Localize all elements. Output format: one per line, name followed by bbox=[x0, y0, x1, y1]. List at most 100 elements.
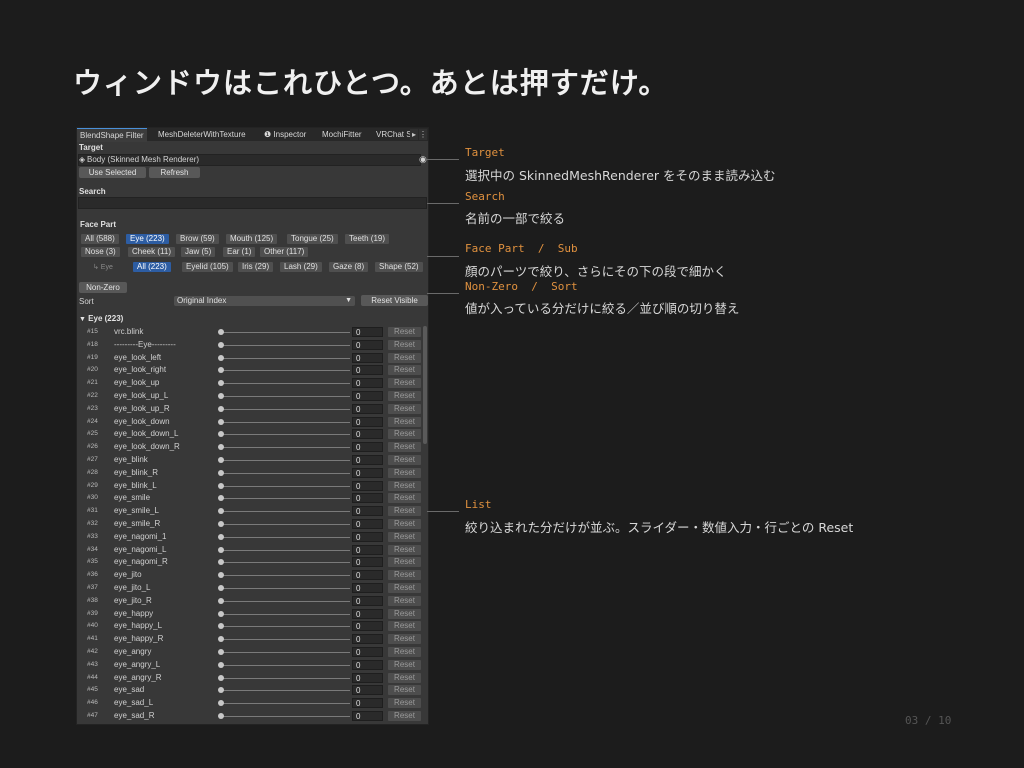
weight-slider-handle[interactable] bbox=[218, 469, 224, 476]
weight-slider-handle[interactable] bbox=[218, 508, 224, 515]
weight-slider-handle[interactable] bbox=[218, 648, 224, 655]
weight-input[interactable]: 0 bbox=[352, 659, 383, 670]
weight-slider-track[interactable] bbox=[220, 395, 350, 397]
weight-input[interactable]: 0 bbox=[352, 403, 383, 414]
weight-input[interactable]: 0 bbox=[352, 557, 383, 568]
weight-slider-track[interactable] bbox=[220, 575, 350, 577]
refresh-button[interactable]: Refresh bbox=[149, 167, 200, 178]
weight-slider-track[interactable] bbox=[220, 408, 350, 410]
face-part-teeth[interactable]: Teeth (19) bbox=[345, 234, 390, 244]
weight-slider-handle[interactable] bbox=[218, 354, 224, 361]
weight-slider-track[interactable] bbox=[220, 498, 350, 500]
group-header[interactable]: ▼ Eye (223) bbox=[79, 314, 123, 323]
row-reset-button[interactable]: Reset bbox=[388, 518, 421, 529]
row-reset-button[interactable]: Reset bbox=[388, 634, 421, 645]
row-reset-button[interactable]: Reset bbox=[388, 582, 421, 593]
weight-slider-track[interactable] bbox=[220, 715, 350, 717]
face-part-eye[interactable]: Eye (223) bbox=[126, 234, 169, 244]
row-reset-button[interactable]: Reset bbox=[388, 710, 421, 721]
row-reset-button[interactable]: Reset bbox=[388, 659, 421, 670]
weight-slider-track[interactable] bbox=[220, 613, 350, 615]
weight-input[interactable]: 0 bbox=[352, 634, 383, 645]
row-reset-button[interactable]: Reset bbox=[388, 365, 421, 376]
weight-input[interactable]: 0 bbox=[352, 339, 383, 350]
weight-input[interactable]: 0 bbox=[352, 506, 383, 517]
search-input[interactable] bbox=[78, 197, 427, 209]
weight-slider-track[interactable] bbox=[220, 703, 350, 705]
weight-slider-handle[interactable] bbox=[218, 444, 224, 451]
weight-slider-track[interactable] bbox=[220, 332, 350, 333]
tab-vrchat[interactable]: VRChat S bbox=[373, 128, 415, 141]
row-reset-button[interactable]: Reset bbox=[388, 570, 421, 581]
weight-input[interactable]: 0 bbox=[352, 621, 383, 632]
face-part-ear[interactable]: Ear (1) bbox=[223, 247, 256, 257]
weight-slider-handle[interactable] bbox=[218, 610, 224, 617]
weight-slider-handle[interactable] bbox=[218, 687, 224, 694]
weight-slider-track[interactable] bbox=[220, 485, 350, 487]
weight-slider-handle[interactable] bbox=[218, 584, 224, 591]
weight-slider-track[interactable] bbox=[220, 447, 350, 449]
row-reset-button[interactable]: Reset bbox=[388, 390, 421, 401]
list-scrollbar[interactable] bbox=[423, 326, 427, 444]
weight-slider-handle[interactable] bbox=[218, 636, 224, 643]
weight-slider-track[interactable] bbox=[220, 357, 350, 359]
weight-input[interactable]: 0 bbox=[352, 327, 383, 337]
sub-part-shape[interactable]: Shape (52) bbox=[375, 262, 423, 272]
face-part-all[interactable]: All (588) bbox=[81, 234, 119, 244]
weight-input[interactable]: 0 bbox=[352, 672, 383, 683]
weight-slider-track[interactable] bbox=[220, 459, 350, 461]
weight-slider-handle[interactable] bbox=[218, 367, 224, 374]
weight-input[interactable]: 0 bbox=[352, 698, 383, 709]
sub-part-all[interactable]: All (223) bbox=[133, 262, 171, 272]
weight-slider-handle[interactable] bbox=[218, 329, 224, 335]
reset-visible-button[interactable]: Reset Visible bbox=[361, 295, 428, 306]
weight-slider-track[interactable] bbox=[220, 639, 350, 641]
weight-slider-track[interactable] bbox=[220, 344, 350, 346]
weight-slider-handle[interactable] bbox=[218, 341, 224, 348]
tab-mochifitter[interactable]: MochiFitter bbox=[319, 128, 365, 141]
weight-input[interactable]: 0 bbox=[352, 378, 383, 389]
tab-inspector[interactable]: ❶ Inspector bbox=[261, 128, 309, 141]
tab-scroll-arrow-icon[interactable]: ▸ bbox=[410, 129, 418, 140]
face-part-other[interactable]: Other (117) bbox=[260, 247, 309, 257]
face-part-jaw[interactable]: Jaw (5) bbox=[181, 247, 216, 257]
face-part-cheek[interactable]: Cheek (11) bbox=[128, 247, 175, 257]
face-part-mouth[interactable]: Mouth (125) bbox=[226, 234, 278, 244]
sub-part-eyelid[interactable]: Eyelid (105) bbox=[182, 262, 233, 272]
sub-part-gaze[interactable]: Gaze (8) bbox=[329, 262, 369, 272]
row-reset-button[interactable]: Reset bbox=[388, 403, 421, 414]
row-reset-button[interactable]: Reset bbox=[388, 467, 421, 478]
row-reset-button[interactable]: Reset bbox=[388, 672, 421, 683]
weight-slider-handle[interactable] bbox=[218, 495, 224, 502]
weight-input[interactable]: 0 bbox=[352, 467, 383, 478]
face-part-brow[interactable]: Brow (59) bbox=[176, 234, 219, 244]
weight-input[interactable]: 0 bbox=[352, 531, 383, 542]
row-reset-button[interactable]: Reset bbox=[388, 698, 421, 709]
more-menu-icon[interactable]: ⋮ bbox=[419, 129, 427, 140]
face-part-nose[interactable]: Nose (3) bbox=[81, 247, 120, 257]
weight-slider-track[interactable] bbox=[220, 536, 350, 538]
use-selected-button[interactable]: Use Selected bbox=[79, 167, 146, 178]
weight-slider-track[interactable] bbox=[220, 651, 350, 653]
weight-input[interactable]: 0 bbox=[352, 416, 383, 427]
weight-slider-track[interactable] bbox=[220, 600, 350, 602]
weight-slider-handle[interactable] bbox=[218, 405, 224, 412]
weight-slider-track[interactable] bbox=[220, 562, 350, 564]
weight-slider-handle[interactable] bbox=[218, 623, 224, 630]
weight-slider-track[interactable] bbox=[220, 549, 350, 551]
weight-input[interactable]: 0 bbox=[352, 646, 383, 657]
weight-slider-handle[interactable] bbox=[218, 674, 224, 681]
non-zero-toggle[interactable]: Non-Zero bbox=[79, 282, 127, 293]
weight-slider-track[interactable] bbox=[220, 511, 350, 513]
weight-slider-handle[interactable] bbox=[218, 546, 224, 553]
weight-slider-track[interactable] bbox=[220, 587, 350, 589]
weight-slider-track[interactable] bbox=[220, 677, 350, 679]
weight-input[interactable]: 0 bbox=[352, 608, 383, 619]
weight-input[interactable]: 0 bbox=[352, 442, 383, 453]
weight-slider-handle[interactable] bbox=[218, 482, 224, 489]
row-reset-button[interactable]: Reset bbox=[388, 595, 421, 606]
weight-input[interactable]: 0 bbox=[352, 365, 383, 376]
weight-input[interactable]: 0 bbox=[352, 685, 383, 696]
weight-slider-handle[interactable] bbox=[218, 700, 224, 707]
weight-input[interactable]: 0 bbox=[352, 493, 383, 504]
